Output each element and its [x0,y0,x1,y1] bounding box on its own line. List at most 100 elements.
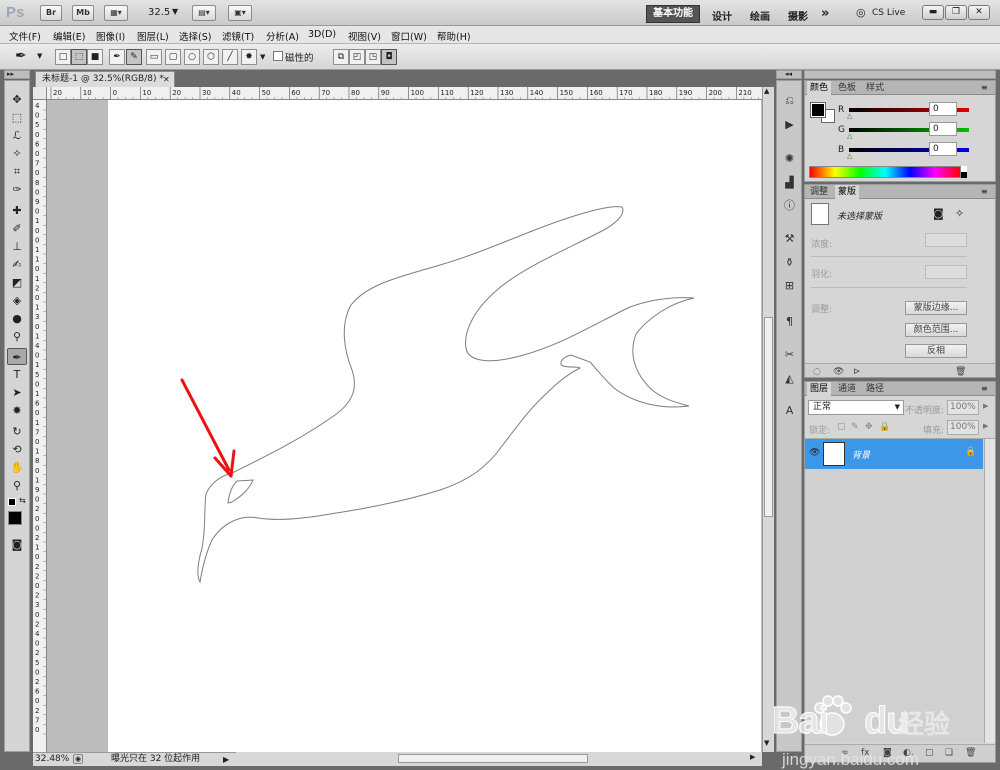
default-colors-icon[interactable] [8,498,16,506]
lock-all-icon[interactable]: 🔒 [879,422,890,432]
brush-tool-icon[interactable]: ✐ [7,220,27,237]
clone-stamp-tool-icon[interactable]: ⊥ [7,238,27,255]
menu-select[interactable]: 选择(S) [179,29,211,43]
panel-menu-icon[interactable]: ≡ [981,384,988,393]
rounded-rectangle-tool-button[interactable]: ▢ [165,49,181,65]
3d-rotate-tool-icon[interactable]: ↻ [7,423,27,440]
info-panel-icon[interactable]: ⓘ [781,198,798,213]
dodge-tool-icon[interactable]: ⚲ [7,328,27,345]
status-menu-icon[interactable]: ◉ [73,754,83,764]
close-document-icon[interactable]: ✕ [163,72,170,87]
scroll-right-icon[interactable]: ▶ [750,753,755,761]
fill-pixels-button[interactable]: ■ [87,49,103,65]
character-panel-icon[interactable]: A [781,403,798,418]
ellipse-tool-button[interactable]: ○ [184,49,200,65]
fill-input[interactable]: 100% [947,420,979,435]
scroll-down-icon[interactable]: ▼ [764,739,769,747]
menu-help[interactable]: 帮助(H) [437,29,471,43]
eyedropper-tool-icon[interactable]: ✑ [7,181,27,198]
tab-adjustments[interactable]: 调整 [807,185,831,199]
apply-mask-icon[interactable]: ⊳ [853,367,861,377]
intersect-path-areas-button[interactable]: ◳ [365,49,381,65]
pen-tool-preset-icon[interactable]: ✒ [15,48,27,64]
chevron-down-icon[interactable]: ▼ [172,7,178,16]
invert-button[interactable]: 反相 [905,344,967,358]
tab-color[interactable]: 颜色 [807,81,832,95]
workspace-photography[interactable]: 摄影 [788,8,808,23]
black-swatch[interactable] [961,172,967,178]
tab-masks[interactable]: 蒙版 [835,185,860,199]
more-workspaces-icon[interactable]: » [821,6,829,21]
status-zoom[interactable]: 32.48% [35,753,69,766]
tab-swatches[interactable]: 色板 [835,81,859,95]
tab-paths[interactable]: 路径 [863,382,887,396]
paths-mode-button[interactable]: ⬚ [71,49,87,65]
input-r[interactable]: 0 [929,102,957,116]
zoom-tool-icon[interactable]: ⚲ [7,477,27,494]
pixel-mask-icon[interactable]: ◙ [933,207,944,220]
paint-bucket-tool-icon[interactable]: ◈ [7,292,27,309]
layer-visibility-eye-icon[interactable]: 👁 [809,448,820,458]
rectangle-tool-button[interactable]: ▭ [146,49,162,65]
close-button[interactable]: ✕ [968,5,990,20]
chevron-down-icon[interactable]: ▼ [37,52,42,60]
animation-panel-icon[interactable]: ◭ [781,371,798,386]
horizontal-scrollbar[interactable]: ▶ [236,752,762,766]
move-tool-icon[interactable]: ✥ [7,91,27,108]
workspace-design[interactable]: 设计 [712,8,732,23]
freeform-pen-tool-button[interactable]: ✎ [126,49,142,65]
foreground-color-swatch[interactable] [810,102,826,118]
spot-healing-brush-icon[interactable]: ✚ [7,202,27,219]
screen-mode-button[interactable]: ▣▾ [228,5,252,21]
path-selection-tool-icon[interactable]: ➤ [7,384,27,401]
paragraph-panel-icon[interactable]: ¶ [781,314,798,329]
freeform-pen-tool-icon[interactable]: ✒ [7,348,27,365]
quick-mask-icon[interactable]: ◙ [7,536,27,553]
vertical-scrollbar[interactable]: ▲ ▼ [762,87,774,752]
cs-live-menu[interactable]: CS Live [872,8,905,18]
color-spectrum-ramp[interactable] [809,166,961,178]
slider-g-handle-icon[interactable]: △ [847,132,852,140]
slider-b-handle-icon[interactable]: △ [847,152,852,160]
chevron-down-icon[interactable]: ▼ [260,53,265,61]
lock-transparent-icon[interactable]: ▢ [837,422,846,432]
arrange-documents-button[interactable]: ▤▾ [192,5,216,21]
vertical-ruler[interactable]: 4050607080901001101201301401501601701801… [33,100,47,752]
marquee-tool-icon[interactable]: ⬚ [7,109,27,126]
type-tool-icon[interactable]: T [7,366,27,383]
history-brush-icon[interactable]: ✍ [7,256,27,273]
opacity-input[interactable]: 100% [947,400,979,415]
layer-name[interactable]: 背景 [852,448,870,461]
foreground-color-swatch[interactable] [8,511,22,525]
menu-filter[interactable]: 滤镜(T) [222,29,254,43]
slider-r-handle-icon[interactable]: △ [847,112,852,120]
launch-mini-bridge-button[interactable]: Mb [72,5,94,21]
magnetic-checkbox[interactable] [273,51,283,61]
zoom-level-dropdown[interactable]: 32.5 [148,7,170,18]
color-range-button[interactable]: 颜色范围... [905,323,967,337]
icon-dock-collapse[interactable]: ◂◂ [776,70,802,79]
tool-presets-panel-icon[interactable]: ⊞ [781,278,798,293]
custom-shape-tool-icon[interactable]: ✸ [7,402,27,419]
mask-edge-button[interactable]: 蒙版边缘... [905,301,967,315]
add-to-path-area-button[interactable]: ⧉ [333,49,349,65]
scroll-up-icon[interactable]: ▲ [764,87,769,95]
panel-dock-header[interactable] [804,70,996,79]
ruler-origin[interactable] [33,87,47,100]
blend-mode-select[interactable]: 正常 ▼ [808,400,904,415]
menu-file[interactable]: 文件(F) [9,29,41,43]
workspace-essentials[interactable]: 基本功能 [646,5,700,23]
polygon-tool-button[interactable]: ⬡ [203,49,219,65]
lasso-tool-icon[interactable]: ℒ [7,127,27,144]
panel-menu-icon[interactable]: ≡ [981,187,988,196]
view-extras-button[interactable]: ▦▾ [104,5,128,21]
lock-position-icon[interactable]: ✥ [865,422,873,432]
launch-bridge-button[interactable]: Br [40,5,62,21]
custom-shape-tool-button[interactable]: ✸ [241,49,257,65]
clone-source-panel-icon[interactable]: ⚱ [781,255,798,270]
histogram-panel-icon[interactable]: ▟ [781,175,798,190]
tab-channels[interactable]: 通道 [835,382,859,396]
subtract-from-path-area-button[interactable]: ◰ [349,49,365,65]
menu-layer[interactable]: 图层(L) [137,29,169,43]
vector-mask-icon[interactable]: ✧ [955,207,964,220]
